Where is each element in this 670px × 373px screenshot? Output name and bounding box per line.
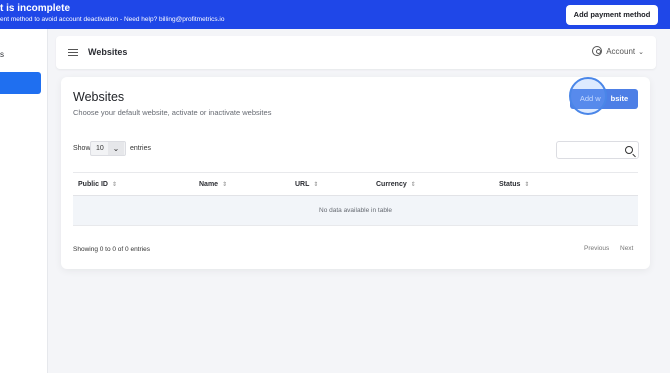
column-header-url[interactable]: URL ⇕ — [295, 181, 318, 188]
account-label: Account — [606, 47, 636, 56]
page-title: Websites — [88, 47, 128, 57]
search-icon[interactable] — [625, 146, 633, 154]
column-label: URL — [295, 181, 310, 188]
top-bar: Websites Account ⌄ — [56, 36, 656, 69]
table-row: No data available in table — [73, 196, 638, 226]
banner-title: t is incomplete — [0, 3, 71, 14]
add-button-suffix: bsite — [610, 94, 629, 103]
table-info: Showing 0 to 0 of 0 entries — [73, 246, 150, 253]
sidebar-item-active[interactable] — [0, 72, 41, 94]
sidebar-item-label[interactable]: s — [0, 50, 4, 59]
search-input[interactable] — [556, 141, 639, 159]
card-title: Websites — [73, 90, 125, 104]
chevron-down-icon: ⌄ — [108, 142, 124, 155]
next-page-button[interactable]: Next — [620, 245, 633, 252]
chevron-down-icon: ⌄ — [638, 49, 644, 56]
column-label: Currency — [376, 181, 407, 188]
column-header-currency[interactable]: Currency ⇕ — [376, 181, 416, 188]
previous-page-button[interactable]: Previous — [584, 245, 609, 252]
column-label: Public ID — [78, 181, 108, 188]
account-menu[interactable]: Account ⌄ — [592, 46, 644, 56]
sort-icon: ⇕ — [313, 182, 319, 188]
empty-table-message: No data available in table — [319, 207, 392, 214]
sort-icon: ⇕ — [410, 182, 416, 188]
sort-icon: ⇕ — [222, 182, 228, 188]
cursor-highlight — [569, 77, 607, 115]
column-label: Name — [199, 181, 219, 188]
column-header-status[interactable]: Status ⇕ — [499, 181, 529, 188]
sort-icon: ⇕ — [111, 182, 117, 188]
table-header: Public ID ⇕ Name ⇕ URL ⇕ Currency ⇕ Status ⇕ — [73, 172, 638, 196]
add-payment-method-button[interactable]: Add payment method — [566, 5, 658, 25]
billing-banner: t is incomplete ent method to avoid acco… — [0, 0, 670, 29]
page-size-select[interactable]: 10 ⌄ — [90, 141, 126, 156]
page-size-value: 10 — [96, 145, 104, 152]
column-label: Status — [499, 181, 521, 188]
sort-icon: ⇕ — [524, 182, 530, 188]
column-header-public-id[interactable]: Public ID ⇕ — [78, 181, 117, 188]
entries-label: entries — [130, 145, 152, 152]
websites-card: Websites Choose your default website, ac… — [61, 77, 650, 269]
hamburger-icon[interactable] — [68, 49, 78, 56]
column-header-name[interactable]: Name ⇕ — [199, 181, 227, 188]
user-circle-icon — [592, 46, 603, 56]
websites-table: Public ID ⇕ Name ⇕ URL ⇕ Currency ⇕ Status ⇕ … — [73, 172, 638, 227]
banner-subtitle: ent method to avoid account deactivation… — [0, 16, 225, 23]
card-subtitle: Choose your default website, activate or… — [73, 108, 272, 117]
sidebar: s — [0, 29, 48, 373]
show-label: Show — [73, 145, 91, 152]
